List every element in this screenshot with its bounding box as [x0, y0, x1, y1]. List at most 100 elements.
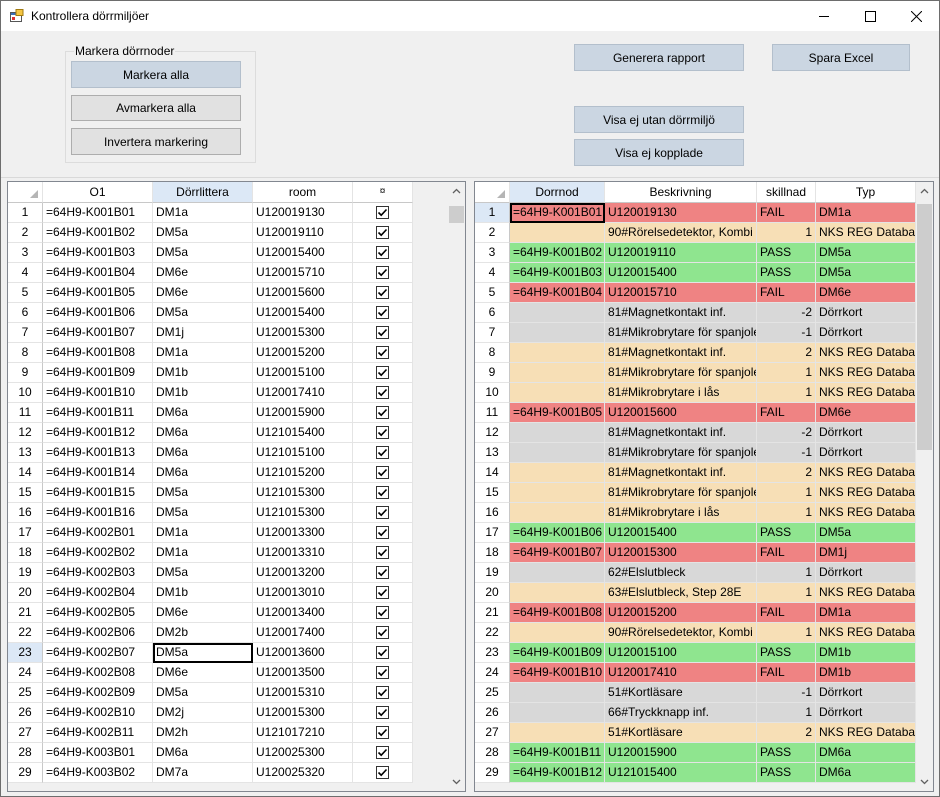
cell-skillnad[interactable]: PASS [757, 743, 816, 763]
table-row[interactable]: 10 81#Mikrobrytare i lås 1 NKS REG Databas [475, 383, 916, 403]
cell-o1[interactable]: =64H9-K002B10 [43, 703, 153, 723]
cell-checkbox[interactable] [353, 203, 413, 223]
table-row[interactable]: 28 =64H9-K003B01 DM6a U120025300 [8, 743, 413, 763]
cell-skillnad[interactable]: 2 [757, 723, 816, 743]
checkbox-checked-icon[interactable] [376, 406, 389, 419]
cell-skillnad[interactable]: FAIL [757, 283, 816, 303]
row-header[interactable]: 9 [475, 363, 510, 383]
row-header[interactable]: 17 [475, 523, 510, 543]
cell-typ[interactable]: Dörrkort [816, 563, 916, 583]
cell-room[interactable]: U121015300 [253, 483, 353, 503]
row-header[interactable]: 19 [475, 563, 510, 583]
invert-selection-button[interactable]: Invertera markering [71, 128, 241, 155]
checkbox-checked-icon[interactable] [376, 746, 389, 759]
cell-room[interactable]: U120013010 [253, 583, 353, 603]
cell-checkbox[interactable] [353, 323, 413, 343]
row-header[interactable]: 1 [8, 203, 43, 223]
cell-room[interactable]: U120015400 [253, 303, 353, 323]
table-row[interactable]: 10 =64H9-K001B10 DM1b U120017410 [8, 383, 413, 403]
row-header[interactable]: 27 [475, 723, 510, 743]
row-header[interactable]: 10 [475, 383, 510, 403]
col-header-room[interactable]: room [253, 182, 353, 203]
table-row[interactable]: 7 =64H9-K001B07 DM1j U120015300 [8, 323, 413, 343]
cell-dorrlittera[interactable]: DM1b [153, 383, 253, 403]
checkbox-checked-icon[interactable] [376, 346, 389, 359]
cell-checkbox[interactable] [353, 483, 413, 503]
cell-o1[interactable]: =64H9-K001B01 [43, 203, 153, 223]
row-header[interactable]: 23 [475, 643, 510, 663]
cell-skillnad[interactable]: 1 [757, 383, 816, 403]
row-header[interactable]: 29 [8, 763, 43, 783]
cell-checkbox[interactable] [353, 723, 413, 743]
table-row[interactable]: 27 51#Kortläsare 2 NKS REG Databas [475, 723, 916, 743]
cell-dorrlittera[interactable]: DM5a [153, 223, 253, 243]
row-header[interactable]: 5 [8, 283, 43, 303]
scroll-down-arrow-icon[interactable] [448, 773, 465, 790]
table-row[interactable]: 24 =64H9-K002B08 DM6e U120013500 [8, 663, 413, 683]
cell-checkbox[interactable] [353, 603, 413, 623]
table-row[interactable]: 12 =64H9-K001B12 DM6a U121015400 [8, 423, 413, 443]
cell-dorrnod[interactable] [510, 563, 605, 583]
cell-o1[interactable]: =64H9-K001B06 [43, 303, 153, 323]
cell-checkbox[interactable] [353, 623, 413, 643]
table-row[interactable]: 11 =64H9-K001B05 U120015600 FAIL DM6e [475, 403, 916, 423]
cell-dorrlittera[interactable]: DM6e [153, 263, 253, 283]
close-button[interactable] [893, 1, 939, 31]
cell-checkbox[interactable] [353, 423, 413, 443]
cell-o1[interactable]: =64H9-K001B03 [43, 243, 153, 263]
checkbox-checked-icon[interactable] [376, 306, 389, 319]
cell-room[interactable]: U120013600 [253, 643, 353, 663]
cell-typ[interactable]: DM1a [816, 603, 916, 623]
cell-o1[interactable]: =64H9-K001B15 [43, 483, 153, 503]
table-row[interactable]: 26 66#Tryckknapp inf. 1 Dörrkort [475, 703, 916, 723]
cell-o1[interactable]: =64H9-K001B10 [43, 383, 153, 403]
row-header[interactable]: 15 [8, 483, 43, 503]
col-header-skillnad[interactable]: skillnad [757, 182, 816, 203]
cell-skillnad[interactable]: FAIL [757, 203, 816, 223]
table-row[interactable]: 5 =64H9-K001B05 DM6e U120015600 [8, 283, 413, 303]
checkbox-checked-icon[interactable] [376, 686, 389, 699]
cell-typ[interactable]: NKS REG Databas [816, 723, 916, 743]
cell-room[interactable]: U120019110 [253, 223, 353, 243]
cell-beskrivning[interactable]: 90#Rörelsedetektor, Kombi [605, 223, 757, 243]
row-header[interactable]: 26 [475, 703, 510, 723]
row-header[interactable]: 22 [8, 623, 43, 643]
row-header[interactable]: 7 [475, 323, 510, 343]
cell-dorrnod[interactable] [510, 503, 605, 523]
cell-skillnad[interactable]: 1 [757, 583, 816, 603]
cell-skillnad[interactable]: -1 [757, 443, 816, 463]
cell-room[interactable]: U120017410 [253, 383, 353, 403]
cell-typ[interactable]: NKS REG Databas [816, 363, 916, 383]
cell-skillnad[interactable]: 1 [757, 363, 816, 383]
cell-beskrivning[interactable]: U120015100 [605, 643, 757, 663]
row-header[interactable]: 25 [8, 683, 43, 703]
row-header[interactable]: 10 [8, 383, 43, 403]
table-row[interactable]: 14 81#Magnetkontakt inf. 2 NKS REG Databas [475, 463, 916, 483]
cell-typ[interactable]: DM6e [816, 403, 916, 423]
row-header[interactable]: 29 [475, 763, 510, 783]
cell-dorrnod[interactable]: =64H9-K001B04 [510, 283, 605, 303]
cell-room[interactable]: U120013500 [253, 663, 353, 683]
table-row[interactable]: 26 =64H9-K002B10 DM2j U120015300 [8, 703, 413, 723]
table-row[interactable]: 7 81#Mikrobrytare för spanjolett -1 Dörrkor… [475, 323, 916, 343]
cell-beskrivning[interactable]: 81#Mikrobrytare för spanjolett [605, 323, 757, 343]
checkbox-checked-icon[interactable] [376, 246, 389, 259]
left-scroll-thumb[interactable] [449, 206, 464, 223]
cell-beskrivning[interactable]: 81#Mikrobrytare i lås [605, 383, 757, 403]
cell-beskrivning[interactable]: 81#Mikrobrytare i lås [605, 503, 757, 523]
cell-dorrnod[interactable] [510, 223, 605, 243]
cell-room[interactable]: U120025320 [253, 763, 353, 783]
cell-o1[interactable]: =64H9-K002B01 [43, 523, 153, 543]
table-row[interactable]: 25 =64H9-K002B09 DM5a U120015310 [8, 683, 413, 703]
unmark-all-button[interactable]: Avmarkera alla [71, 95, 241, 121]
cell-dorrlittera[interactable]: DM6a [153, 403, 253, 423]
cell-typ[interactable]: NKS REG Databas [816, 583, 916, 603]
grid-corner[interactable] [8, 182, 43, 203]
checkbox-checked-icon[interactable] [376, 266, 389, 279]
row-header[interactable]: 24 [8, 663, 43, 683]
table-row[interactable]: 23 =64H9-K002B07 DM5a U120013600 [8, 643, 413, 663]
cell-typ[interactable]: NKS REG Databas [816, 483, 916, 503]
cell-beskrivning[interactable]: 81#Mikrobrytare för spanjolett [605, 443, 757, 463]
cell-checkbox[interactable] [353, 223, 413, 243]
table-row[interactable]: 14 =64H9-K001B14 DM6a U121015200 [8, 463, 413, 483]
